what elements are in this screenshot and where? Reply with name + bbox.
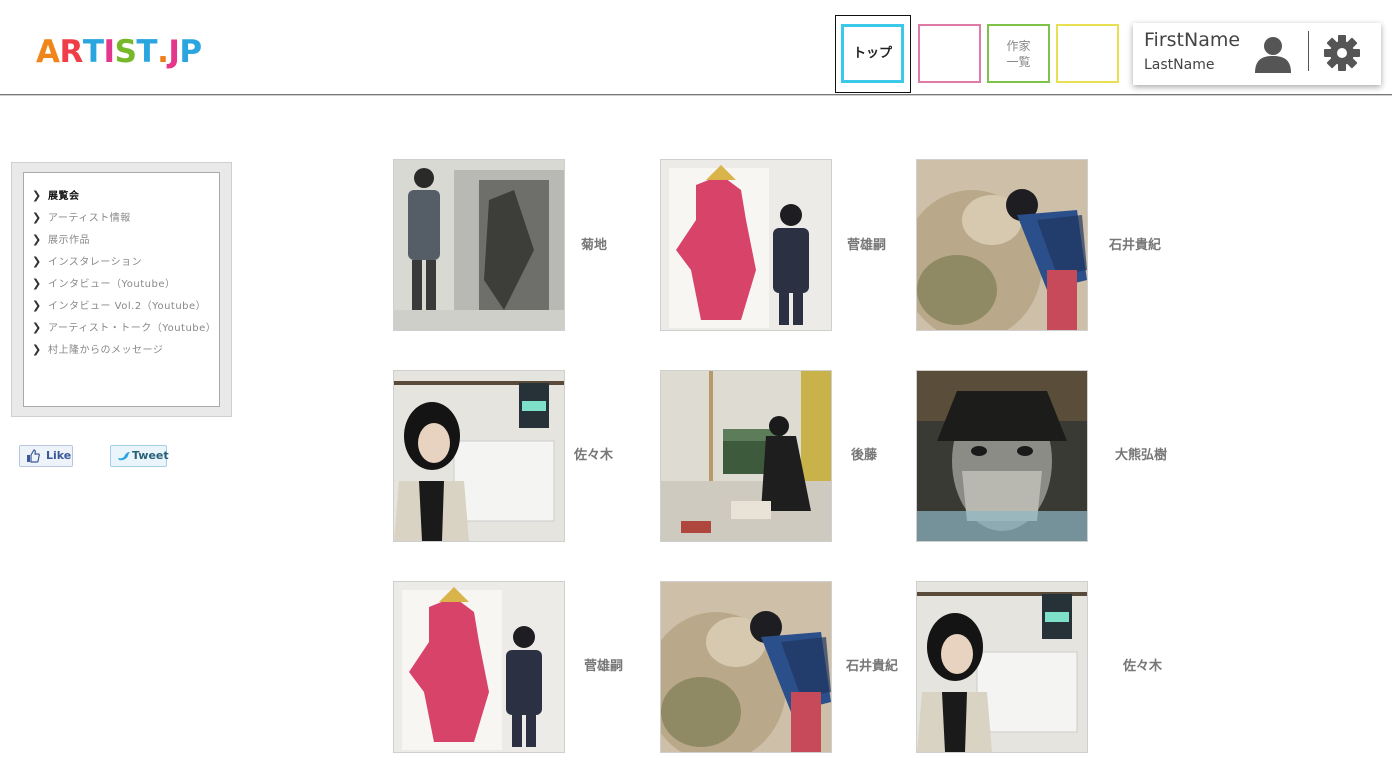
nav-artists-button[interactable]: 作家 一覧 <box>987 24 1050 83</box>
artist-photo[interactable] <box>393 370 565 542</box>
nav-top-button[interactable]: トップ <box>841 24 904 83</box>
chevron-right-icon: ❯ <box>32 255 42 268</box>
logo-letter: R <box>59 34 84 70</box>
artist-photo[interactable] <box>916 159 1088 331</box>
artist-name[interactable]: 菅雄嗣 <box>584 659 623 675</box>
twitter-bird-icon <box>118 452 130 461</box>
logo-letter: I <box>103 34 116 70</box>
sidebar-item-label: インスタレーション <box>48 257 143 268</box>
sidebar-item-label: インタビュー（Youtube） <box>48 279 176 290</box>
artist-photo-image <box>394 582 564 752</box>
chevron-right-icon: ❯ <box>32 321 42 334</box>
artist-photo-image <box>917 371 1087 541</box>
site-logo[interactable]: ARTIST.JP <box>36 32 202 72</box>
nav-artists-label-line1: 作家 <box>1006 38 1031 53</box>
site-header: ARTIST.JP トップ 作家 一覧 FirstName LastName <box>0 0 1392 95</box>
chevron-right-icon: ❯ <box>32 343 42 356</box>
sidebar-item-label: アーティスト・トーク（Youtube） <box>48 323 217 334</box>
sidebar-item[interactable]: ❯ アーティスト情報 <box>32 207 219 229</box>
artist-name[interactable]: 石井貴紀 <box>846 659 898 675</box>
artist-photo-image <box>661 582 831 752</box>
sidebar-item[interactable]: ❯ インスタレーション <box>32 251 219 273</box>
sidebar-item[interactable]: ❯ アーティスト・トーク（Youtube） <box>32 317 219 339</box>
chevron-right-icon: ❯ <box>32 277 42 290</box>
artist-name[interactable]: 佐々木 <box>574 448 613 464</box>
artist-name[interactable]: 菊地 <box>581 238 607 254</box>
chevron-right-icon: ❯ <box>32 211 42 224</box>
sidebar-item-label: 村上隆からのメッセージ <box>48 345 164 356</box>
artist-photo-image <box>394 160 564 330</box>
sidebar-item-label: インタビュー Vol.2（Youtube） <box>48 301 207 312</box>
artist-photo-image <box>394 371 564 541</box>
tweet-label: Tweet <box>132 449 169 462</box>
tweet-button[interactable]: Tweet <box>110 445 169 467</box>
sidebar-item-label: アーティスト情報 <box>48 213 131 224</box>
logo-letter: . <box>157 34 169 70</box>
logo-letter: P <box>179 34 202 70</box>
user-first-name: FirstName <box>1144 29 1241 51</box>
artist-photo[interactable] <box>916 370 1088 542</box>
artist-photo[interactable] <box>916 581 1088 753</box>
like-label: Like <box>46 449 72 462</box>
user-card: FirstName LastName <box>1133 23 1381 85</box>
sidebar-item[interactable]: ❯ インタビュー Vol.2（Youtube） <box>32 295 219 317</box>
sidebar-item[interactable]: ❯ インタビュー（Youtube） <box>32 273 219 295</box>
artist-photo-image <box>917 160 1087 330</box>
artist-photo[interactable] <box>660 159 832 331</box>
artist-photo-image <box>661 371 831 541</box>
sidebar-item[interactable]: ❯ 村上隆からのメッセージ <box>32 339 219 361</box>
nav-pink-button[interactable] <box>918 24 981 83</box>
sidebar-item[interactable]: ❯ 展示作品 <box>32 229 219 251</box>
facebook-like-button[interactable]: Like <box>19 445 73 467</box>
sidebar-item-label: 展示作品 <box>48 235 90 246</box>
sidebar-panel: ❯ 展覧会 ❯ アーティスト情報 ❯ 展示作品 ❯ インスタレーション ❯ インタビュー（Yout… <box>11 162 232 417</box>
thumbs-up-icon <box>27 449 40 463</box>
gear-icon[interactable] <box>1323 34 1361 72</box>
user-card-divider <box>1308 31 1309 71</box>
artist-photo[interactable] <box>393 581 565 753</box>
user-last-name: LastName <box>1144 57 1215 73</box>
nav-yellow-button[interactable] <box>1056 24 1119 83</box>
nav-top-label: トップ <box>852 45 892 61</box>
logo-letter: J <box>168 34 180 70</box>
chevron-right-icon: ❯ <box>32 299 42 312</box>
sidebar-menu-box[interactable]: ❯ 展覧会 ❯ アーティスト情報 ❯ 展示作品 ❯ インスタレーション ❯ インタビュー（Yout… <box>23 172 220 407</box>
logo-letter: S <box>114 34 137 70</box>
artist-name[interactable]: 石井貴紀 <box>1109 238 1161 254</box>
sidebar-item-label: 展覧会 <box>48 191 80 202</box>
artist-name[interactable]: 大熊弘樹 <box>1115 448 1167 464</box>
sidebar-item[interactable]: ❯ 展覧会 <box>32 185 219 207</box>
artist-name[interactable]: 菅雄嗣 <box>847 238 886 254</box>
artist-photo[interactable] <box>660 581 832 753</box>
logo-letter: A <box>36 34 60 70</box>
artist-photo-image <box>917 582 1087 752</box>
artist-photo[interactable] <box>393 159 565 331</box>
chevron-right-icon: ❯ <box>32 233 42 246</box>
artist-photo[interactable] <box>660 370 832 542</box>
artist-name[interactable]: 後藤 <box>851 448 877 464</box>
sidebar-menu: ❯ 展覧会 ❯ アーティスト情報 ❯ 展示作品 ❯ インスタレーション ❯ インタビュー（Yout… <box>24 173 219 361</box>
person-icon[interactable] <box>1253 35 1293 73</box>
artist-photo-image <box>661 160 831 330</box>
logo-letter: T <box>136 34 158 70</box>
artist-name[interactable]: 佐々木 <box>1123 659 1162 675</box>
chevron-right-icon: ❯ <box>32 189 42 202</box>
logo-letter: T <box>82 34 104 70</box>
nav-artists-label-line2: 一覧 <box>1006 54 1031 69</box>
